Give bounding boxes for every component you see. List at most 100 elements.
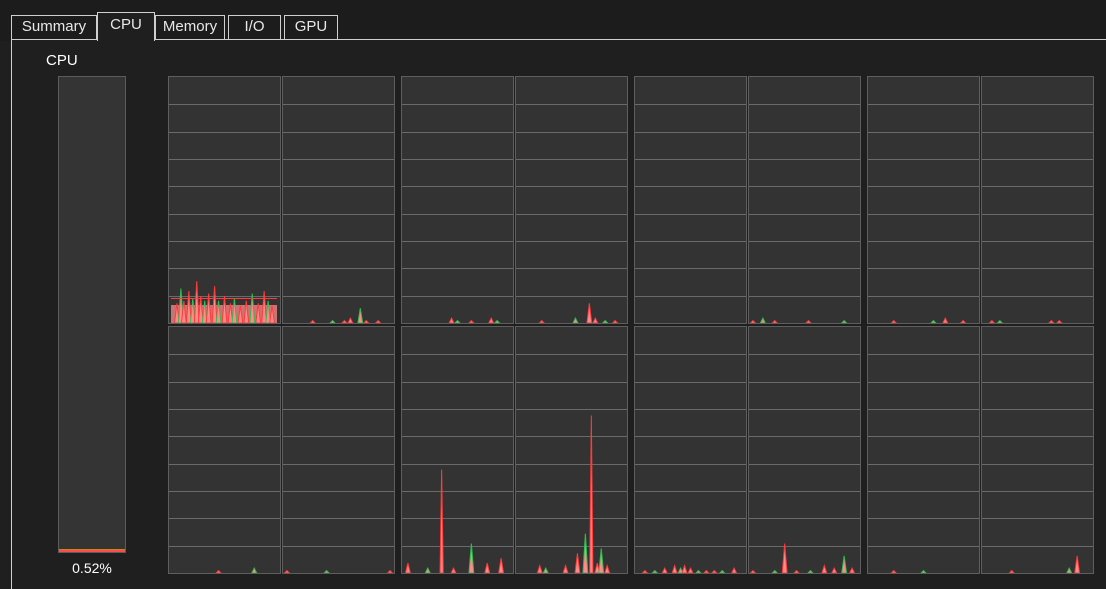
usage-spike bbox=[448, 316, 455, 323]
usage-spike bbox=[671, 564, 678, 573]
usage-spike bbox=[249, 293, 256, 323]
usage-spike bbox=[562, 564, 569, 573]
cpu-core-chart bbox=[749, 104, 860, 323]
usage-spike bbox=[661, 566, 668, 573]
usage-spike bbox=[231, 298, 238, 323]
usage-spike bbox=[572, 316, 579, 323]
usage-spike bbox=[942, 316, 949, 323]
usage-spike bbox=[347, 316, 354, 323]
usage-spike bbox=[283, 569, 291, 573]
usage-spike bbox=[484, 563, 491, 573]
cpu-core-graph-9 bbox=[282, 326, 395, 574]
cpu-core-graph-13 bbox=[748, 326, 861, 574]
cpu-core-chart bbox=[283, 354, 394, 573]
usage-spike bbox=[641, 569, 649, 573]
usage-spike bbox=[687, 566, 694, 573]
usage-spike bbox=[405, 563, 411, 573]
usage-spike bbox=[323, 569, 330, 573]
cpu-core-graph-11 bbox=[515, 326, 628, 574]
cpu-core-chart bbox=[982, 354, 1093, 573]
usage-spike bbox=[890, 569, 897, 573]
usage-spike bbox=[582, 533, 589, 573]
usage-spike bbox=[1008, 569, 1015, 573]
usage-spike bbox=[468, 543, 475, 573]
usage-spike bbox=[681, 564, 688, 573]
usage-spike bbox=[215, 300, 222, 323]
usage-spike bbox=[494, 319, 501, 323]
usage-spike bbox=[1074, 555, 1081, 573]
cpu-core-chart bbox=[402, 104, 513, 323]
usage-spike bbox=[357, 308, 364, 323]
tab-summary[interactable]: Summary bbox=[11, 15, 97, 39]
usage-spike bbox=[841, 555, 848, 573]
cpu-core-chart bbox=[169, 104, 280, 323]
usage-spike bbox=[468, 319, 475, 323]
usage-spike bbox=[309, 319, 316, 323]
cpu-core-graph-3 bbox=[515, 76, 628, 324]
usage-spike bbox=[454, 319, 461, 323]
cpu-core-chart bbox=[749, 354, 860, 573]
tab-gpu[interactable]: GPU bbox=[284, 15, 338, 39]
cpu-core-graph-2 bbox=[401, 76, 514, 324]
tab-io[interactable]: I/O bbox=[228, 15, 281, 39]
tab-memory[interactable]: Memory bbox=[155, 15, 225, 39]
usage-spike bbox=[771, 569, 778, 573]
cpu-core-graph-8 bbox=[168, 326, 281, 574]
usage-spike bbox=[805, 319, 812, 323]
cpu-core-chart bbox=[283, 104, 394, 323]
usage-spike bbox=[612, 319, 619, 323]
usage-spike bbox=[731, 566, 738, 573]
usage-spike bbox=[759, 316, 766, 323]
usage-spike bbox=[890, 319, 897, 323]
usage-spike bbox=[604, 564, 611, 573]
tab-bar: Summary CPU Memory I/O GPU bbox=[0, 0, 1106, 41]
cpu-core-chart bbox=[635, 354, 746, 573]
cpu-core-graph-14 bbox=[867, 326, 980, 574]
cpu-core-chart bbox=[868, 104, 979, 323]
usage-spike bbox=[749, 569, 757, 573]
usage-spike bbox=[498, 558, 505, 573]
cpu-core-graph-0 bbox=[168, 76, 281, 324]
cpu-total-usage-fill bbox=[59, 549, 125, 552]
usage-spike bbox=[719, 569, 726, 573]
cpu-total-usage-bar bbox=[58, 76, 126, 553]
usage-spike bbox=[538, 319, 545, 323]
usage-spike bbox=[592, 316, 599, 323]
usage-spike bbox=[988, 319, 996, 323]
cpu-core-graph-5 bbox=[748, 76, 861, 324]
usage-spike bbox=[960, 319, 967, 323]
usage-spike bbox=[439, 469, 444, 573]
usage-spike bbox=[586, 303, 593, 323]
usage-spike bbox=[598, 548, 605, 573]
cpu-core-graph-10 bbox=[401, 326, 514, 574]
usage-spike bbox=[1066, 566, 1073, 573]
usage-spike bbox=[831, 566, 838, 573]
cpu-core-graph-6 bbox=[867, 76, 980, 324]
usage-spike bbox=[849, 566, 856, 573]
tab-cpu[interactable]: CPU bbox=[97, 12, 155, 41]
usage-spike bbox=[205, 293, 212, 323]
usage-spike bbox=[536, 564, 543, 573]
usage-spike bbox=[781, 543, 788, 573]
usage-spike bbox=[424, 566, 431, 573]
usage-spike bbox=[215, 569, 222, 573]
usage-spike bbox=[602, 319, 609, 323]
cpu-core-graph-15 bbox=[981, 326, 1094, 574]
cpu-core-chart bbox=[982, 104, 1093, 323]
cpu-core-graph-1 bbox=[282, 76, 395, 324]
usage-spike bbox=[920, 569, 927, 573]
cpu-core-chart bbox=[516, 354, 627, 573]
cpu-total-label: CPU bbox=[46, 52, 78, 69]
usage-spike bbox=[711, 569, 718, 573]
usage-spike bbox=[996, 319, 1003, 323]
usage-spike bbox=[542, 566, 549, 573]
usage-spike bbox=[243, 300, 250, 323]
usage-spike bbox=[221, 295, 228, 323]
usage-spike bbox=[749, 319, 757, 323]
usage-spike bbox=[807, 569, 814, 573]
cpu-core-chart bbox=[516, 104, 627, 323]
usage-spike bbox=[488, 316, 495, 323]
cpu-core-chart bbox=[868, 354, 979, 573]
usage-spike bbox=[841, 319, 848, 323]
usage-spike bbox=[363, 319, 370, 323]
